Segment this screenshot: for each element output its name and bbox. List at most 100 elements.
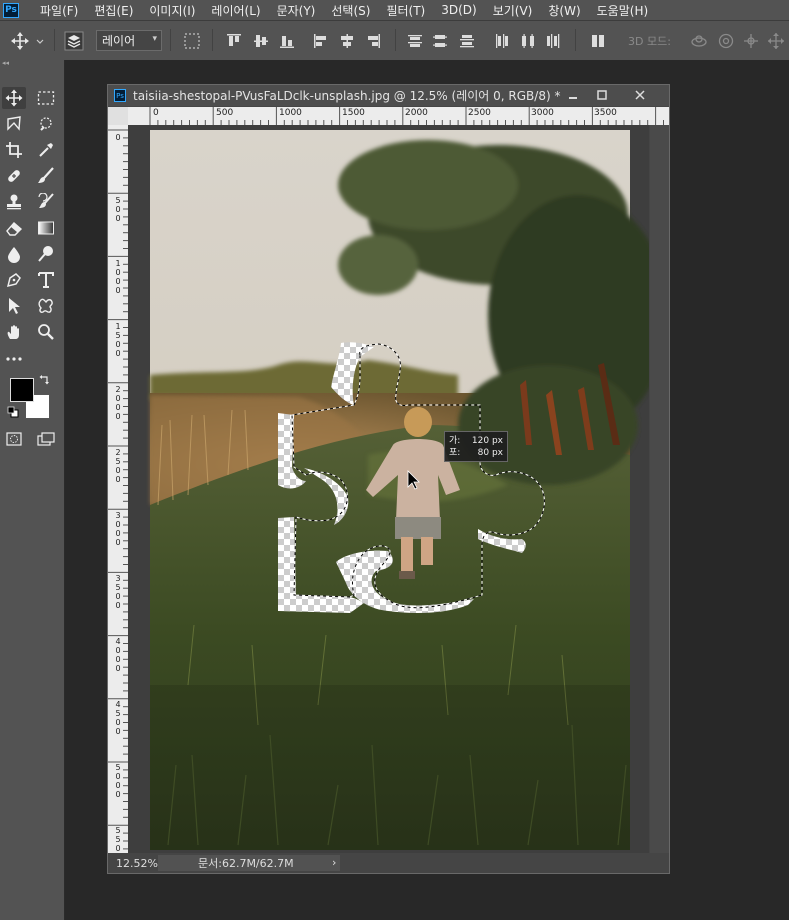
brush-icon — [38, 167, 54, 183]
pen-tool[interactable] — [2, 269, 26, 291]
distribute-vcenter-button[interactable] — [428, 21, 452, 60]
3d-slide-icon — [768, 32, 784, 49]
menu-layer[interactable]: 레이어(L) — [211, 2, 260, 19]
align-left-button[interactable] — [309, 21, 333, 60]
quick-mask-button[interactable] — [2, 428, 26, 450]
zoom-level-field[interactable]: 12.52% — [108, 857, 164, 870]
distribute-bottom-button[interactable] — [455, 21, 479, 60]
custom-shape-tool[interactable] — [34, 295, 58, 317]
distribute-top-button[interactable] — [403, 21, 427, 60]
document-info[interactable]: 문서:62.7M/62.7M — [158, 855, 340, 871]
ruler-label: 4 0 0 0 — [115, 637, 121, 673]
ruler-origin[interactable] — [108, 107, 128, 125]
3d-orbit-icon — [691, 34, 707, 47]
auto-select-target-dropdown[interactable]: 레이어 ▾ — [96, 30, 162, 51]
align-vcenter-button[interactable] — [249, 21, 273, 60]
align-right-button[interactable] — [361, 21, 385, 60]
type-tool[interactable] — [34, 269, 58, 291]
status-bar: 12.52% 문서:62.7M/62.7M › — [108, 854, 669, 873]
dodge-icon — [38, 246, 53, 262]
lasso-tool[interactable] — [2, 113, 26, 135]
maximize-button[interactable] — [590, 85, 614, 104]
crop-tool[interactable] — [2, 139, 26, 161]
eyedropper-tool[interactable] — [34, 139, 58, 161]
align-top-button[interactable] — [222, 21, 246, 60]
eraser-icon — [6, 222, 23, 236]
menu-3d[interactable]: 3D(D) — [441, 3, 476, 17]
3d-roll-button[interactable] — [715, 21, 737, 60]
menu-image[interactable]: 이미지(I) — [149, 2, 195, 19]
chevron-right-icon[interactable]: › — [332, 856, 336, 869]
3d-slide-button[interactable] — [765, 21, 787, 60]
document-canvas[interactable] — [128, 125, 649, 853]
eyedropper-icon — [39, 143, 53, 157]
menu-select[interactable]: 선택(S) — [331, 2, 370, 19]
ruler-label: 2000 — [405, 108, 428, 118]
menu-window[interactable]: 창(W) — [548, 2, 580, 19]
distribute-right-button[interactable] — [541, 21, 565, 60]
3d-drag-button[interactable] — [740, 21, 762, 60]
move-icon — [5, 89, 23, 107]
close-button[interactable] — [618, 85, 662, 104]
align-hcenter-button[interactable] — [335, 21, 359, 60]
ruler-label: 5 0 0 — [115, 196, 121, 223]
minimize-button[interactable] — [561, 85, 585, 104]
width-label: 가: — [449, 436, 461, 446]
screen-mode-button[interactable] — [34, 428, 58, 450]
horizontal-ruler[interactable]: 0 500 1000 1500 2000 2500 3000 3500 — [128, 107, 669, 125]
dodge-tool[interactable] — [34, 243, 58, 265]
move-tool[interactable] — [2, 87, 26, 109]
history-brush-tool[interactable] — [34, 191, 58, 213]
menu-type[interactable]: 문자(Y) — [277, 2, 316, 19]
distribute-hcenter-button[interactable] — [516, 21, 540, 60]
document-title: taisiia-shestopal-PVusFaLDclk-unsplash.j… — [133, 89, 561, 103]
gradient-tool[interactable] — [34, 217, 58, 239]
hand-tool[interactable] — [2, 321, 26, 343]
canvas-area[interactable] — [128, 125, 649, 853]
document-titlebar[interactable]: Ps taisiia-shestopal-PVusFaLDclk-unsplas… — [108, 85, 669, 106]
vertical-ruler[interactable]: 0 5 0 0 1 0 0 0 1 5 0 0 2 0 0 0 2 5 0 0 3 0 0 … — [108, 125, 128, 853]
menu-bar: Ps 파일(F) 편집(E) 이미지(I) 레이어(L) 문자(Y) 선택(S)… — [0, 0, 789, 20]
panel-collapse-grip[interactable]: ◂◂ — [0, 60, 64, 67]
blur-tool[interactable] — [2, 243, 26, 265]
ruler-label: 1000 — [279, 108, 302, 118]
foreground-color-swatch[interactable] — [10, 378, 34, 402]
default-colors-button[interactable] — [6, 405, 20, 419]
marquee-tool[interactable] — [34, 87, 58, 109]
ruler-label: 5 0 0 0 — [115, 763, 121, 799]
zoom-tool[interactable] — [34, 321, 58, 343]
path-selection-tool[interactable] — [2, 295, 26, 317]
blur-drop-icon — [8, 247, 20, 263]
eraser-tool[interactable] — [2, 217, 26, 239]
align-bottom-button[interactable] — [275, 21, 299, 60]
width-value: 120 px — [471, 436, 503, 446]
clone-stamp-tool[interactable] — [2, 191, 26, 213]
auto-select-toggle[interactable] — [62, 21, 86, 60]
hand-icon — [7, 325, 20, 339]
show-transform-controls[interactable] — [180, 21, 204, 60]
menu-file[interactable]: 파일(F) — [40, 2, 78, 19]
history-brush-icon — [38, 193, 54, 208]
tool-preset-picker[interactable] — [8, 21, 48, 60]
menu-view[interactable]: 보기(V) — [493, 2, 533, 19]
document-size-text: 문서:62.7M/62.7M — [198, 857, 294, 870]
brush-tool[interactable] — [34, 165, 58, 187]
ruler-label: 1500 — [342, 108, 365, 118]
menu-edit[interactable]: 편집(E) — [94, 2, 133, 19]
healing-brush-tool[interactable] — [2, 165, 26, 187]
swap-colors-button[interactable] — [38, 373, 52, 387]
quick-select-tool[interactable] — [34, 113, 58, 135]
edit-toolbar-button[interactable] — [2, 348, 26, 370]
3d-orbit-button[interactable] — [688, 21, 710, 60]
zoom-icon — [38, 324, 54, 340]
maximize-icon — [597, 89, 607, 100]
workspace-background — [670, 60, 789, 920]
height-value: 80 px — [477, 448, 503, 458]
menu-filter[interactable]: 필터(T) — [386, 2, 425, 19]
3d-roll-icon — [718, 33, 734, 48]
crop-icon — [6, 142, 22, 158]
menu-help[interactable]: 도움말(H) — [597, 2, 649, 19]
auto-align-layers-button[interactable] — [586, 21, 610, 60]
vertical-scrollbar[interactable] — [650, 125, 669, 853]
distribute-left-button[interactable] — [490, 21, 514, 60]
